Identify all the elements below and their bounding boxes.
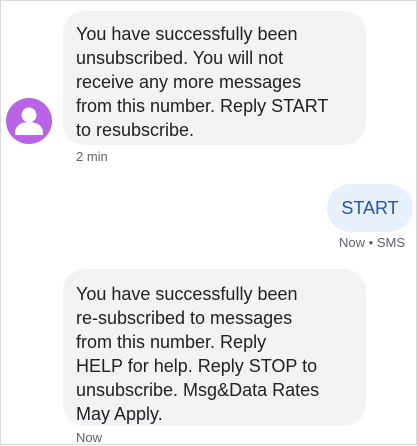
- contact-avatar[interactable]: [6, 98, 52, 144]
- person-icon: [15, 107, 43, 135]
- message-timestamp: 2 min: [76, 149, 108, 164]
- message-timestamp: Now: [76, 430, 103, 445]
- sms-conversation-view: { "messages": [ { "direction": "incoming…: [0, 0, 417, 445]
- message-status: Now • SMS: [339, 235, 405, 250]
- incoming-message-bubble[interactable]: You have successfully been re-subscribed…: [63, 269, 366, 426]
- outgoing-message-bubble[interactable]: START: [327, 184, 413, 232]
- incoming-message-bubble[interactable]: You have successfully been unsubscribed.…: [63, 11, 366, 145]
